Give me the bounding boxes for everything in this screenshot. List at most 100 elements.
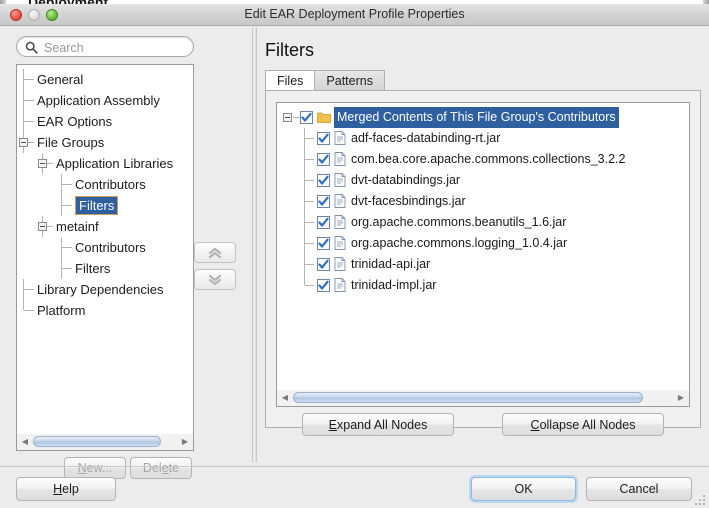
- new-button[interactable]: New...: [64, 457, 126, 479]
- file-checkbox[interactable]: [317, 153, 330, 166]
- file-tree-row[interactable]: com.bea.core.apache.commons.collections_…: [277, 149, 689, 170]
- file-checkbox[interactable]: [317, 132, 330, 145]
- move-up-button[interactable]: [194, 242, 236, 263]
- expand-button-label-rest: xpand All Nodes: [337, 417, 428, 432]
- tab-patterns[interactable]: Patterns: [314, 70, 385, 91]
- file-name-label: com.bea.core.apache.commons.collections_…: [351, 152, 626, 166]
- sidebar-item-general[interactable]: General: [17, 69, 193, 90]
- tree-line-horizontal: [24, 121, 34, 122]
- file-checkbox[interactable]: [317, 174, 330, 187]
- checkmark-icon: [318, 259, 329, 269]
- file-tree-row[interactable]: trinidad-api.jar: [277, 254, 689, 275]
- cancel-button[interactable]: Cancel: [586, 477, 692, 501]
- delete-button-mnemonic: e: [161, 461, 169, 475]
- tree-line-horizontal: [305, 201, 314, 202]
- expand-all-nodes-button[interactable]: Expand All Nodes: [302, 413, 454, 436]
- file-checkbox[interactable]: [317, 195, 330, 208]
- tree-collapse-toggle-icon[interactable]: [38, 222, 47, 231]
- sidebar-item-label: Contributors: [75, 240, 146, 255]
- help-button-mnemonic: H: [53, 482, 63, 496]
- file-tree-row[interactable]: dvt-databindings.jar: [277, 170, 689, 191]
- resize-grip-icon[interactable]: [693, 493, 707, 507]
- sidebar-item-label: Filters: [75, 261, 111, 276]
- collapse-all-nodes-button[interactable]: Collapse All Nodes: [502, 413, 664, 436]
- file-tree-collapse-toggle-icon[interactable]: [283, 113, 292, 122]
- file-name-label: trinidad-api.jar: [351, 257, 431, 271]
- sidebar-item-application-assembly[interactable]: Application Assembly: [17, 90, 193, 111]
- sidebar-item-metainf[interactable]: metainf: [17, 216, 193, 237]
- tree-line-horizontal: [305, 243, 314, 244]
- file-tree-row[interactable]: trinidad-impl.jar: [277, 275, 689, 296]
- document-icon: [334, 152, 346, 166]
- new-button-label-rest: ew...: [86, 461, 113, 475]
- sidebar-item-filters[interactable]: Filters: [17, 195, 193, 216]
- file-name-label: dvt-databindings.jar: [351, 173, 461, 187]
- tab-files[interactable]: Files: [265, 70, 316, 91]
- file-tree-scrollbar-thumb[interactable]: [293, 392, 643, 403]
- tree-collapse-toggle-icon[interactable]: [38, 159, 47, 168]
- search-input[interactable]: [42, 37, 191, 58]
- file-tree-row[interactable]: org.apache.commons.beanutils_1.6.jar: [277, 212, 689, 233]
- tree-line-horizontal: [293, 117, 300, 118]
- file-tree-row[interactable]: adf-faces-databinding-rt.jar: [277, 128, 689, 149]
- folder-icon: [317, 112, 331, 123]
- sidebar-item-label: Filters: [75, 196, 119, 215]
- sidebar-item-platform[interactable]: Platform: [17, 300, 193, 321]
- pane-splitter[interactable]: [252, 28, 257, 462]
- search-box[interactable]: [16, 36, 194, 58]
- edit-ear-deployment-profile-dialog: Edit EAR Deployment Profile Properties G…: [0, 4, 709, 508]
- sidebar-item-library-dependencies[interactable]: Library Dependencies: [17, 279, 193, 300]
- delete-button[interactable]: Delete: [130, 457, 192, 479]
- delete-button-label-a: Del: [142, 461, 162, 475]
- help-button-label-rest: elp: [62, 482, 79, 496]
- file-scroll-right-arrow-icon[interactable]: ▶: [674, 390, 688, 405]
- checkmark-icon: [318, 175, 329, 185]
- screenshot-root: Deployment Edit EAR Deployment Profile P…: [0, 0, 709, 508]
- help-button[interactable]: Help: [16, 477, 116, 501]
- tree-line-horizontal: [62, 268, 72, 269]
- file-tree-root-label: Merged Contents of This File Group's Con…: [334, 107, 619, 128]
- sidebar-item-filters[interactable]: Filters: [17, 258, 193, 279]
- checkmark-icon: [318, 217, 329, 227]
- file-checkbox[interactable]: [317, 258, 330, 271]
- settings-tree[interactable]: General Application Assembly EAR Options Fi…: [16, 64, 194, 444]
- tree-collapse-toggle-icon[interactable]: [19, 138, 28, 147]
- sidebar-item-file-groups[interactable]: File Groups: [17, 132, 193, 153]
- document-icon: [334, 194, 346, 208]
- sidebar-scrollbar-thumb[interactable]: [33, 436, 161, 447]
- file-tree-row[interactable]: dvt-facesbindings.jar: [277, 191, 689, 212]
- sidebar-item-contributors[interactable]: Contributors: [17, 174, 193, 195]
- page-title: Filters: [265, 40, 314, 60]
- file-tree-horizontal-scrollbar[interactable]: ◀ ▶: [276, 390, 690, 407]
- file-name-label: org.apache.commons.logging_1.0.4.jar: [351, 236, 568, 250]
- sidebar-item-application-libraries[interactable]: Application Libraries: [17, 153, 193, 174]
- sidebar-item-ear-options[interactable]: EAR Options: [17, 111, 193, 132]
- file-tree-root-row[interactable]: Merged Contents of This File Group's Con…: [277, 107, 689, 128]
- sidebar-item-label: Library Dependencies: [37, 282, 164, 297]
- move-down-button[interactable]: [194, 269, 236, 290]
- scroll-right-arrow-icon[interactable]: ▶: [178, 434, 192, 449]
- scroll-left-arrow-icon[interactable]: ◀: [18, 434, 32, 449]
- file-checkbox[interactable]: [317, 279, 330, 292]
- ok-button[interactable]: OK: [471, 477, 576, 501]
- dialog-body: General Application Assembly EAR Options Fi…: [0, 26, 709, 508]
- sidebar-item-label: Platform: [37, 303, 86, 318]
- checkmark-icon: [318, 133, 329, 143]
- sidebar-item-label: metainf: [56, 219, 99, 234]
- tree-line-horizontal: [24, 289, 34, 290]
- tree-line-horizontal: [305, 264, 314, 265]
- sidebar-horizontal-scrollbar[interactable]: ◀ ▶: [16, 434, 194, 451]
- file-tree-row[interactable]: org.apache.commons.logging_1.0.4.jar: [277, 233, 689, 254]
- file-checkbox[interactable]: [300, 111, 313, 124]
- file-scroll-left-arrow-icon[interactable]: ◀: [278, 390, 292, 405]
- file-checkbox[interactable]: [317, 237, 330, 250]
- collapse-button-label-rest: ollapse All Nodes: [539, 417, 636, 432]
- document-icon: [334, 257, 346, 271]
- checkmark-icon: [301, 112, 312, 122]
- file-checkbox[interactable]: [317, 216, 330, 229]
- chevron-double-up-icon: [208, 247, 222, 258]
- dialog-titlebar[interactable]: Edit EAR Deployment Profile Properties: [0, 4, 709, 26]
- sidebar-item-contributors[interactable]: Contributors: [17, 237, 193, 258]
- document-icon: [334, 131, 346, 145]
- file-tree[interactable]: Merged Contents of This File Group's Con…: [276, 102, 690, 391]
